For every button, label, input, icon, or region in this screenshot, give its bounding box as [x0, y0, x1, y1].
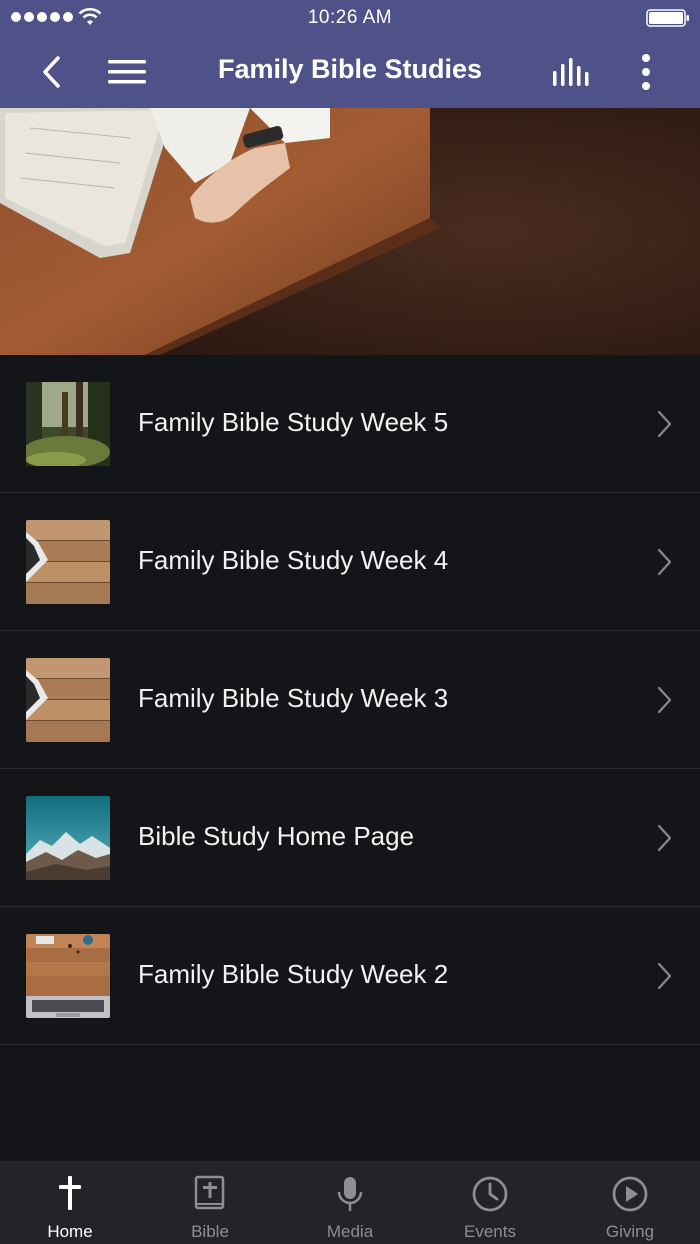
navigation-bar: Family Bible Studies [0, 36, 700, 108]
tab-media[interactable]: Media [280, 1161, 420, 1244]
tab-events[interactable]: Events [420, 1161, 560, 1244]
list-item-label: Family Bible Study Week 3 [138, 683, 449, 713]
list-item[interactable]: Family Bible Study Week 3 [0, 631, 700, 769]
list-item[interactable]: Family Bible Study Week 2 [0, 907, 700, 1045]
tab-bar: Home Bible Media Events Giving [0, 1161, 700, 1244]
more-options-button[interactable] [626, 52, 666, 92]
thumbnail-mountains [26, 796, 110, 880]
thumbnail-desk-laptop [26, 934, 110, 1018]
cross-icon [59, 1176, 81, 1210]
thumbnail-forest [26, 382, 110, 466]
play-circle-icon [612, 1176, 648, 1212]
pulpit-bible-illustration [0, 108, 700, 355]
battery-icon [646, 9, 689, 27]
list-item[interactable]: Family Bible Study Week 5 [0, 355, 700, 493]
status-time: 10:26 AM [307, 7, 393, 28]
chevron-right-icon [657, 548, 672, 576]
list-item-label: Family Bible Study Week 2 [138, 959, 449, 989]
list-item-label: Bible Study Home Page [138, 821, 415, 851]
microphone-icon [337, 1177, 363, 1211]
tab-label: Bible [191, 1222, 229, 1241]
list-item[interactable]: Bible Study Home Page [0, 769, 700, 907]
tab-label: Home [47, 1222, 93, 1241]
chevron-right-icon [657, 410, 672, 438]
tab-home[interactable]: Home [0, 1161, 140, 1244]
list-item[interactable]: Family Bible Study Week 4 [0, 493, 700, 631]
tab-bible[interactable]: Bible [140, 1161, 280, 1244]
audio-player-button[interactable] [551, 52, 591, 92]
hero-image [0, 108, 700, 355]
study-list: Family Bible Study Week 5 Family Bible S… [0, 355, 700, 1045]
thumbnail-wood-tablet [26, 658, 110, 742]
bible-icon [194, 1175, 225, 1210]
tab-giving[interactable]: Giving [560, 1161, 700, 1244]
thumbnail-wood-tablet [26, 520, 110, 604]
vertical-ellipsis-icon [642, 54, 650, 90]
page-title: Family Bible Studies [217, 54, 483, 84]
equalizer-bars-icon [553, 58, 589, 86]
clock-icon [472, 1176, 508, 1212]
list-item-label: Family Bible Study Week 5 [138, 407, 449, 437]
tab-label: Giving [605, 1222, 655, 1241]
list-item-label: Family Bible Study Week 4 [138, 545, 449, 575]
tab-label: Events [464, 1222, 516, 1241]
status-bar: 10:26 AM [0, 0, 700, 36]
tab-label: Media [326, 1222, 374, 1241]
chevron-right-icon [657, 686, 672, 714]
chevron-right-icon [657, 824, 672, 852]
chevron-right-icon [657, 962, 672, 990]
